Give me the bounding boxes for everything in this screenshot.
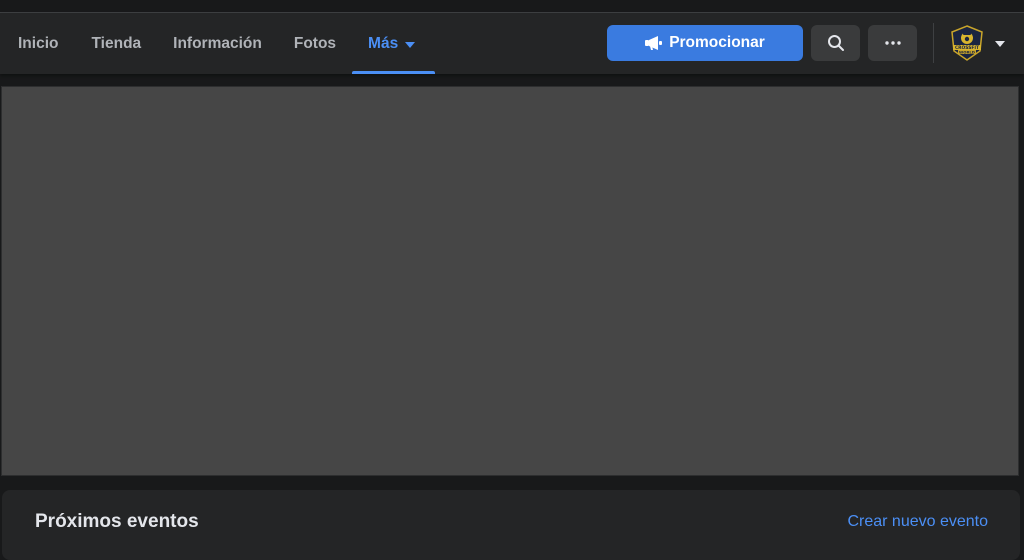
events-title: Próximos eventos <box>35 511 199 532</box>
page-navbar: Inicio Tienda Información Fotos Más Prom… <box>0 13 1024 74</box>
tab-fotos[interactable]: Fotos <box>278 13 352 74</box>
tab-label: Más <box>368 34 399 52</box>
tab-informacion[interactable]: Información <box>157 13 278 74</box>
upcoming-events-card: Próximos eventos Crear nuevo evento <box>2 490 1020 560</box>
tab-inicio[interactable]: Inicio <box>0 13 75 74</box>
tab-label: Fotos <box>293 34 337 52</box>
caret-down-icon <box>405 41 416 48</box>
tab-label: Tienda <box>91 34 142 52</box>
search-button[interactable] <box>811 25 860 61</box>
promote-label: Promocionar <box>669 34 765 51</box>
tab-label: Información <box>173 34 262 52</box>
navbar-divider <box>933 23 934 63</box>
promote-button[interactable]: Promocionar <box>607 25 803 61</box>
tab-label: Inicio <box>18 34 59 52</box>
tab-mas[interactable]: Más <box>352 13 436 74</box>
create-event-link[interactable]: Crear nuevo evento <box>847 513 988 531</box>
top-border <box>0 0 1024 13</box>
account-menu-caret-icon[interactable] <box>995 41 1005 47</box>
megaphone-icon <box>645 35 663 50</box>
search-icon <box>827 35 844 51</box>
more-options-button[interactable] <box>868 25 917 61</box>
avatar-logo-text-bottom: WORLD <box>959 49 975 54</box>
page-tabs: Inicio Tienda Información Fotos Más <box>0 13 436 74</box>
page-avatar[interactable]: CROSSFIT WORLD <box>949 25 985 61</box>
cover-photo-area <box>1 86 1019 476</box>
more-icon <box>884 41 901 45</box>
tab-tienda[interactable]: Tienda <box>75 13 157 74</box>
crossfit-world-logo-icon: CROSSFIT WORLD <box>951 25 983 61</box>
